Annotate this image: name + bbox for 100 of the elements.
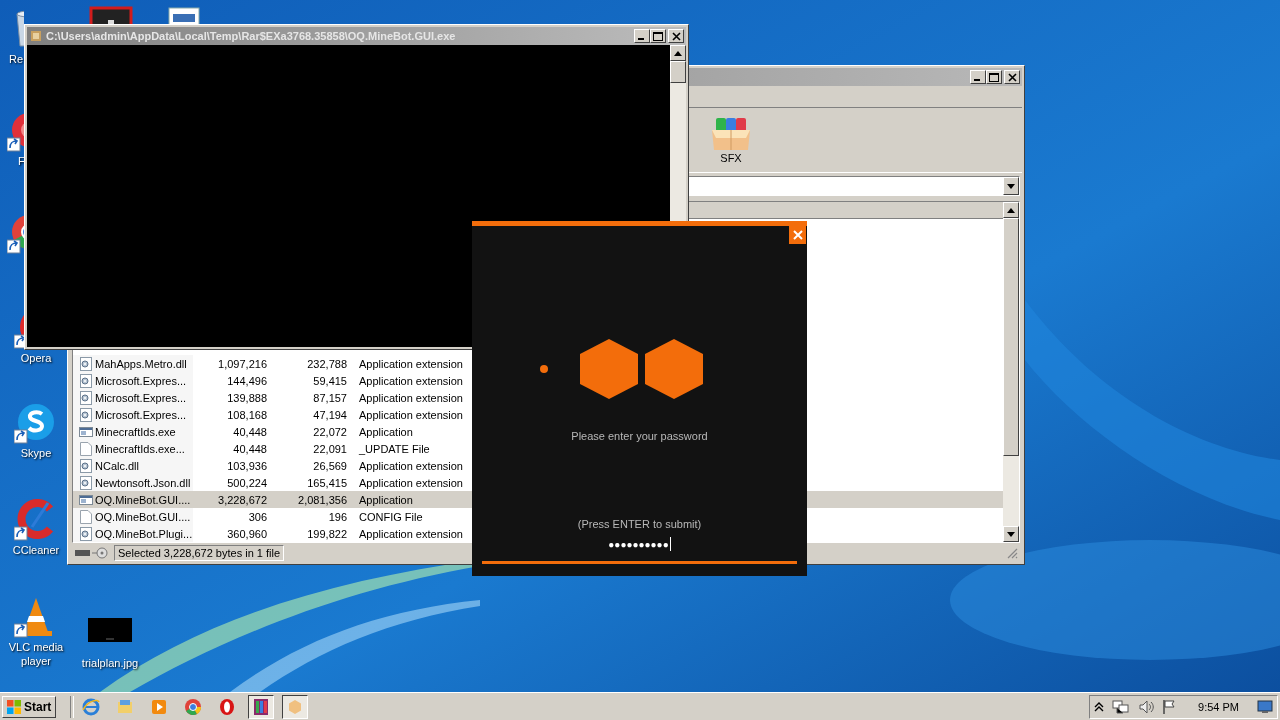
file-name: NCalc.dll	[95, 459, 139, 472]
gear-file-icon	[79, 373, 93, 388]
app-icon	[30, 30, 42, 42]
gear-file-icon	[79, 356, 93, 371]
close-icon	[792, 229, 803, 240]
file-row[interactable]: MahApps.Metro.dll 1,097,216 232,788 Application extension	[73, 355, 1003, 372]
file-name: MinecraftIds.exe...	[95, 442, 185, 455]
scrollbar[interactable]	[1003, 202, 1019, 542]
file-row[interactable]: Microsoft.Expres... 139,888 87,157 Application extension	[73, 389, 1003, 406]
packed-size: 196	[327, 510, 347, 523]
file-type: Application extension	[358, 459, 463, 472]
file-type: Application extension	[358, 374, 463, 387]
path-combo-box[interactable]	[688, 176, 1020, 196]
file-size: 139,888	[226, 391, 267, 404]
file-type: Application	[358, 425, 413, 438]
file-type: Application	[358, 493, 413, 506]
speaker-icon[interactable]	[1138, 698, 1155, 715]
blank-file-icon	[79, 441, 93, 456]
archive-box-icon	[710, 116, 752, 152]
packed-size: 59,415	[312, 374, 347, 387]
packed-size: 199,822	[306, 527, 347, 540]
maximize-icon	[989, 72, 999, 82]
file-size: 103,936	[226, 459, 267, 472]
file-size: 40,448	[232, 442, 267, 455]
file-size: 144,496	[226, 374, 267, 387]
start-button[interactable]: Start	[2, 695, 57, 718]
up-arrow-icon[interactable]	[1007, 207, 1015, 213]
close-button[interactable]	[668, 29, 684, 43]
file-type: Application extension	[358, 527, 463, 540]
packed-size: 232,788	[306, 357, 347, 370]
file-type: _UPDATE File	[358, 442, 430, 455]
packed-size: 87,157	[312, 391, 347, 404]
desktop-icon-label: Skype	[20, 446, 52, 460]
desktop-icon-label: trialplan.jpg	[81, 656, 139, 670]
gear-file-icon	[79, 390, 93, 405]
desktop-icon-label: F	[18, 154, 25, 168]
file-row[interactable]: Microsoft.Expres... 108,168 47,194 Application extension	[73, 406, 1003, 423]
clock[interactable]: 9:54 PM	[1198, 700, 1239, 713]
drive-icon	[74, 547, 110, 559]
file-name: Newtonsoft.Json.dll	[95, 476, 191, 489]
file-type: Application extension	[358, 391, 463, 404]
maximize-button[interactable]	[650, 29, 666, 43]
flag-icon[interactable]	[1162, 698, 1177, 715]
desktop-icon-label: CCleaner	[12, 543, 60, 557]
password-field[interactable]: ●●●●●●●●●●	[608, 536, 671, 552]
caret-icon	[1007, 183, 1015, 189]
file-row[interactable]: NCalc.dll 103,936 26,569 Application extension	[73, 457, 1003, 474]
file-name: OQ.MineBot.GUI....	[95, 493, 191, 506]
maximize-button[interactable]	[986, 70, 1002, 84]
app-icon[interactable]	[282, 694, 309, 719]
up-arrow-icon[interactable]	[674, 50, 682, 56]
window-file-icon	[79, 492, 93, 507]
file-size: 360,960	[226, 527, 267, 540]
file-type: Application extension	[358, 357, 463, 370]
minimize-button[interactable]	[634, 29, 650, 43]
resize-grip-icon[interactable]	[1006, 547, 1018, 559]
file-type: Application extension	[358, 408, 463, 421]
packed-size: 47,194	[312, 408, 347, 421]
file-name: Microsoft.Expres...	[95, 374, 187, 387]
file-size: 306	[247, 510, 267, 523]
toolbar-button[interactable]: SFX	[708, 114, 754, 166]
windows-logo-icon	[6, 698, 22, 715]
minimize-button[interactable]	[970, 70, 986, 84]
file-row[interactable]: Microsoft.Expres... 144,496 59,415 Application extension	[73, 372, 1003, 389]
file-type: Application extension	[358, 476, 463, 489]
prompt-text: Please enter your password	[571, 430, 708, 442]
file-name: MinecraftIds.exe	[95, 425, 176, 438]
file-size: 40,448	[232, 425, 267, 438]
hint-text: (Press ENTER to submit)	[577, 518, 702, 530]
app-shortcut-icon[interactable]	[89, 6, 133, 24]
file-name: Microsoft.Expres...	[95, 391, 187, 404]
close-button[interactable]	[1004, 70, 1020, 84]
maximize-icon	[653, 31, 663, 41]
packed-size: 22,091	[312, 442, 347, 455]
scroll-thumb[interactable]	[1003, 218, 1019, 456]
chevron-up-icon[interactable]	[1094, 701, 1105, 712]
close-icon	[1007, 72, 1017, 82]
file-row[interactable]: Newtonsoft.Json.dll 500,224 165,415 Application extension	[73, 474, 1003, 491]
file-size: 500,224	[226, 476, 267, 489]
packed-size: 2,081,356	[297, 493, 347, 506]
scroll-thumb[interactable]	[670, 61, 686, 83]
network-icon[interactable]	[1112, 698, 1131, 715]
file-size: 3,228,672	[217, 493, 267, 506]
desktop-icon-label: VLC media player	[7, 640, 65, 668]
gear-file-icon	[79, 475, 93, 490]
show-desktop-icon[interactable]	[1257, 699, 1273, 714]
file-name: Microsoft.Expres...	[95, 408, 187, 421]
packed-size: 22,072	[312, 425, 347, 438]
file-name: OQ.MineBot.Plugi...	[95, 527, 193, 540]
window-title: C:\Users\admin\AppData\Local\Temp\Rar$EXa3768.35858\OQ.MineBot.GUI.exe	[46, 30, 456, 42]
archive-icon[interactable]	[248, 694, 275, 719]
packed-size: 26,569	[312, 459, 347, 472]
gear-file-icon	[79, 458, 93, 473]
desktop-icon-label: Re	[9, 52, 24, 66]
file-size: 108,168	[226, 408, 267, 421]
close-icon	[671, 31, 681, 41]
file-type: CONFIG File	[358, 510, 423, 523]
down-arrow-icon[interactable]	[1007, 531, 1015, 537]
file-name: MahApps.Metro.dll	[95, 357, 187, 370]
desktop-icon-label: Opera	[20, 351, 52, 365]
